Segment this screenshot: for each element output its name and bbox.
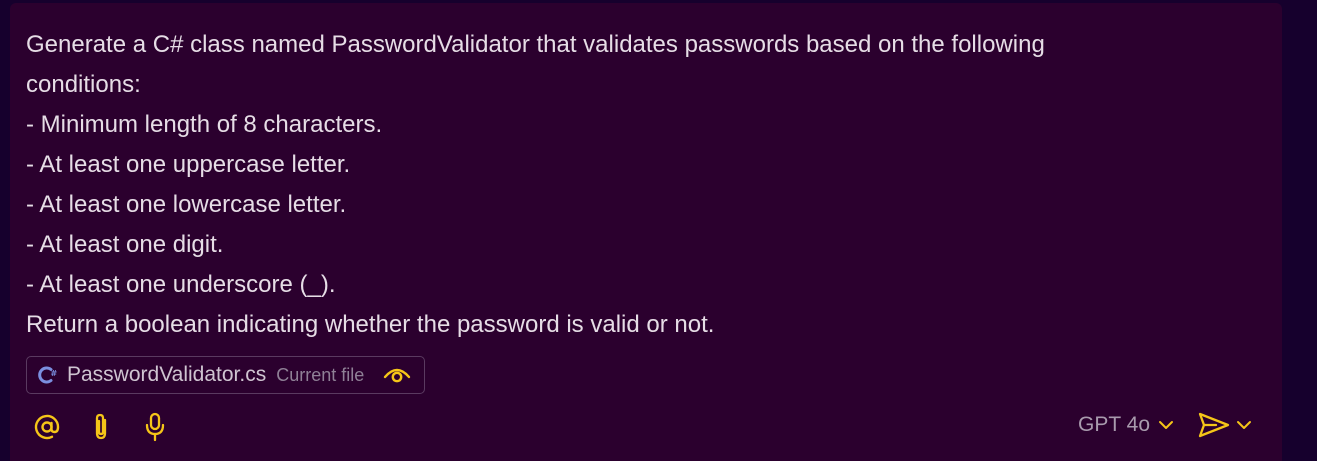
prompt-line: Generate a C# class named PasswordValida…	[26, 31, 1045, 58]
microphone-icon	[145, 412, 165, 442]
prompt-line: - At least one underscore (_).	[26, 271, 336, 298]
model-picker[interactable]: GPT 4o	[1078, 413, 1174, 437]
at-sign-icon	[34, 414, 60, 440]
csharp-file-icon: #	[37, 364, 59, 386]
prompt-line: Return a boolean indicating whether the …	[26, 311, 715, 338]
svg-text:#: #	[51, 369, 58, 378]
prompt-line: - At least one digit.	[26, 231, 224, 258]
input-actions: GPT 4o	[1078, 411, 1252, 439]
prompt-line: - At least one uppercase letter.	[26, 151, 351, 178]
chevron-down-icon	[1237, 421, 1251, 429]
prompt-line: - Minimum length of 8 characters.	[26, 111, 383, 138]
prompt-line: conditions:	[26, 71, 141, 98]
chevron-down-icon	[1159, 421, 1173, 429]
send-button[interactable]	[1198, 411, 1252, 439]
mention-button[interactable]	[32, 411, 62, 443]
prompt-line: - At least one lowercase letter.	[26, 191, 347, 218]
attach-button[interactable]	[86, 411, 116, 443]
prompt-text[interactable]: Generate a C# class named PasswordValida…	[26, 25, 1256, 345]
current-file-tag: Current file	[276, 364, 365, 385]
current-file-chip[interactable]: # PasswordValidator.cs Current file	[26, 356, 426, 394]
send-icon	[1198, 412, 1230, 438]
input-toolbar	[32, 411, 170, 443]
chat-input-panel: Generate a C# class named PasswordValida…	[10, 3, 1282, 461]
file-name: PasswordValidator.cs	[67, 363, 267, 386]
voice-input-button[interactable]	[140, 411, 170, 443]
paperclip-icon	[95, 413, 107, 440]
eye-icon[interactable]	[382, 364, 412, 386]
model-label: GPT 4o	[1078, 413, 1150, 436]
